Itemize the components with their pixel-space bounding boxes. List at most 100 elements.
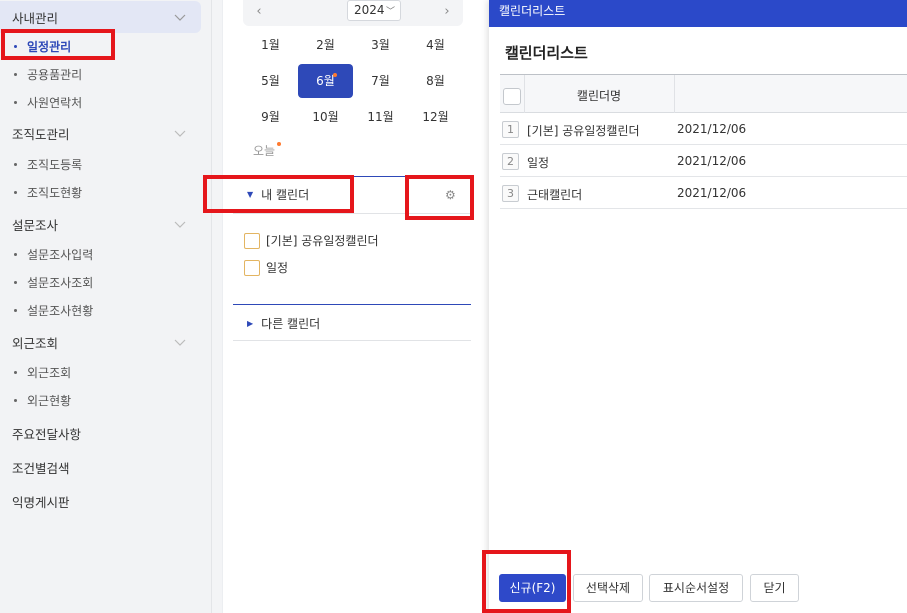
row-number: 3: [502, 185, 519, 202]
month-jan[interactable]: 1월: [243, 28, 298, 62]
bullet-icon: [14, 190, 17, 194]
calendar-name: 일정: [527, 156, 550, 170]
menu-item-contacts[interactable]: 사원연락처: [14, 89, 82, 115]
menu-item-label: 사원연락처: [27, 95, 83, 110]
caret-right-icon: ▶: [247, 319, 254, 328]
menu-group-org[interactable]: 조직도관리: [0, 117, 201, 149]
calendar-name: 근태캘린더: [527, 188, 583, 202]
month-jul[interactable]: 7월: [353, 64, 408, 98]
today-link[interactable]: 오늘: [253, 142, 282, 159]
row-number: 2: [502, 153, 519, 170]
event-dot-icon: [277, 142, 282, 146]
month-oct[interactable]: 10월: [298, 100, 353, 134]
menu-item-survey-input[interactable]: 설문조사입력: [14, 241, 93, 267]
column-header-name[interactable]: 캘린더명: [524, 87, 674, 104]
menu-item-label: 외근현황: [27, 393, 72, 408]
menu-item-label: 공용품관리: [27, 67, 83, 82]
menu-group-label: 조직도관리: [12, 126, 70, 142]
bullet-icon: [14, 308, 17, 312]
bullet-icon: [14, 398, 17, 402]
select-all-checkbox[interactable]: [503, 88, 521, 105]
row-number: 1: [502, 121, 519, 138]
menu-item-label: 설문조사조회: [27, 275, 94, 290]
next-year-icon[interactable]: ›: [439, 4, 455, 20]
chevron-down-icon: [174, 130, 186, 137]
menu-item-outside-query[interactable]: 외근조회: [14, 359, 71, 385]
table-row[interactable]: 2 일정 2021/12/06: [500, 145, 907, 177]
month-aug[interactable]: 8월: [408, 64, 463, 98]
menu-item-schedule[interactable]: 일정관리: [14, 33, 71, 59]
year-select[interactable]: 2024 ﹀: [347, 0, 401, 21]
modal-title: 캘린더리스트: [505, 44, 588, 62]
today-label: 오늘: [253, 144, 276, 158]
calendar-item-schedule[interactable]: 일정: [244, 259, 288, 276]
calendar-list-modal: 캘린더리스트 캘린더리스트 캘린더명 1 [기본] 공유일정캘린더 2021/1…: [489, 0, 907, 613]
menu-item-label: 조직도등록: [27, 157, 83, 172]
month-nov[interactable]: 11월: [353, 100, 408, 134]
menu-group-label: 설문조사: [12, 217, 59, 233]
caret-down-icon: ▼: [247, 190, 254, 199]
divider: [233, 213, 471, 214]
calendar-checkbox[interactable]: [244, 232, 260, 249]
my-calendars-toggle[interactable]: ▼ 내 캘린더: [247, 186, 309, 203]
chevron-down-icon: [174, 14, 186, 21]
month-apr[interactable]: 4월: [408, 28, 463, 62]
menu-item-survey-status[interactable]: 설문조사현황: [14, 297, 93, 323]
grid-header: 캘린더명: [500, 75, 907, 113]
column-divider: [674, 75, 675, 113]
bullet-icon: [14, 72, 17, 76]
menu-item-label: 설문조사입력: [27, 247, 94, 262]
display-order-button[interactable]: 표시순서설정: [649, 574, 743, 602]
close-button[interactable]: 닫기: [750, 574, 799, 602]
sidebar: 사내관리 일정관리 공용품관리 사원연락처 조직도관리 조직도등록 조직도현황 …: [0, 0, 212, 613]
new-button[interactable]: 신규(F2): [499, 574, 566, 602]
menu-item-outside-status[interactable]: 외근현황: [14, 387, 71, 413]
menu-group-internal[interactable]: 사내관리: [0, 1, 201, 33]
menu-item-label: 설문조사현황: [27, 303, 94, 318]
divider: [233, 340, 471, 341]
month-dec[interactable]: 12월: [408, 100, 463, 134]
menu-item-anon-board[interactable]: 익명게시판: [12, 492, 70, 511]
divider: [233, 304, 471, 305]
month-mar[interactable]: 3월: [353, 28, 408, 62]
calendar-item-label: [기본] 공유일정캘린더: [266, 234, 379, 248]
prev-year-icon[interactable]: ‹: [251, 4, 267, 20]
month-label: 6월: [316, 74, 335, 88]
delete-selected-button[interactable]: 선택삭제: [573, 574, 643, 602]
modal-titlebar[interactable]: 캘린더리스트: [489, 0, 907, 27]
other-calendars-toggle[interactable]: ▶ 다른 캘린더: [247, 315, 320, 332]
calendar-panel: ‹ 2024 ﹀ › 1월 2월 3월 4월 5월 6월 7월 8월 9월 10…: [222, 0, 489, 613]
month-sep[interactable]: 9월: [243, 100, 298, 134]
menu-item-notice[interactable]: 주요전달사항: [12, 424, 81, 443]
menu-group-label: 외근조회: [12, 335, 59, 351]
calendar-checkbox[interactable]: [244, 259, 260, 276]
month-feb[interactable]: 2월: [298, 28, 353, 62]
bullet-icon: [14, 100, 17, 104]
menu-group-survey[interactable]: 설문조사: [0, 208, 201, 240]
bullet-icon: [14, 44, 17, 48]
year-value: 2024: [354, 3, 385, 17]
gear-icon[interactable]: ⚙: [445, 189, 457, 201]
chevron-down-icon: [174, 221, 186, 228]
table-row[interactable]: 3 근태캘린더 2021/12/06: [500, 177, 907, 209]
chevron-down-icon: [174, 339, 186, 346]
menu-item-org-status[interactable]: 조직도현황: [14, 179, 82, 205]
month-jun[interactable]: 6월: [298, 64, 353, 98]
section-label: 내 캘린더: [261, 188, 310, 202]
bullet-icon: [14, 162, 17, 166]
menu-item-equipment[interactable]: 공용품관리: [14, 61, 82, 87]
calendar-name: [기본] 공유일정캘린더: [527, 124, 640, 138]
menu-group-outside[interactable]: 외근조회: [0, 326, 201, 358]
calendar-date: 2021/12/06: [677, 186, 747, 200]
calendar-item-label: 일정: [266, 261, 289, 275]
menu-item-survey-query[interactable]: 설문조사조회: [14, 269, 93, 295]
calendar-item-shared[interactable]: [기본] 공유일정캘린더: [244, 232, 379, 249]
table-row[interactable]: 1 [기본] 공유일정캘린더 2021/12/06: [500, 113, 907, 145]
section-label: 다른 캘린더: [261, 317, 321, 331]
menu-item-label: 조직도현황: [27, 185, 83, 200]
menu-item-search[interactable]: 조건별검색: [12, 458, 70, 477]
menu-item-org-register[interactable]: 조직도등록: [14, 151, 82, 177]
month-may[interactable]: 5월: [243, 64, 298, 98]
bullet-icon: [14, 280, 17, 284]
bullet-icon: [14, 252, 17, 256]
